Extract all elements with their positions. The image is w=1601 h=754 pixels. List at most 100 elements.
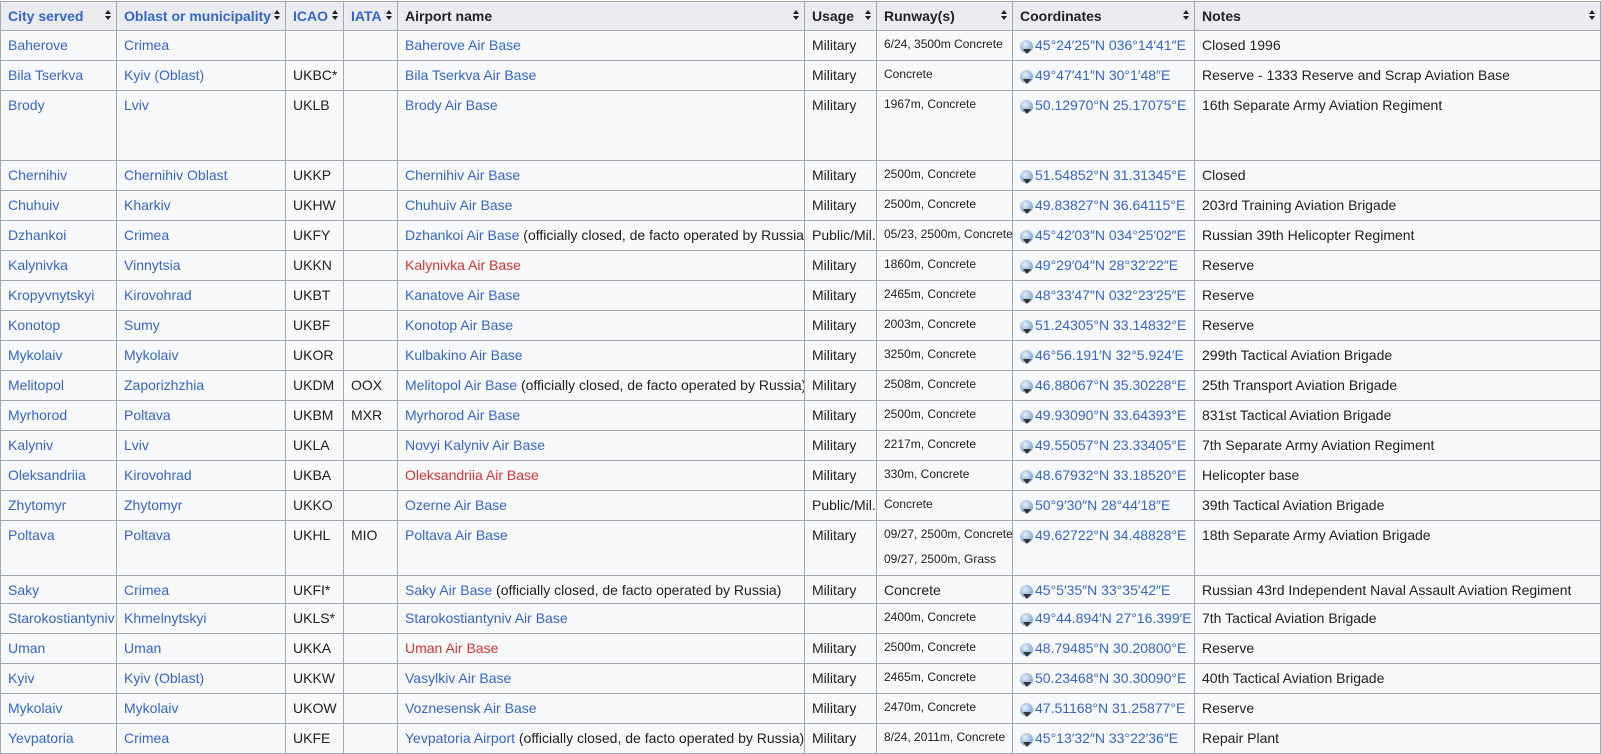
- city-link[interactable]: Melitopol: [8, 377, 64, 393]
- coordinates-link[interactable]: 49.62722°N 34.48828°E: [1035, 527, 1186, 543]
- globe-icon[interactable]: [1020, 440, 1033, 454]
- city-link[interactable]: Brody: [8, 97, 45, 113]
- airport-link[interactable]: Oleksandriia Air Base: [405, 467, 539, 483]
- column-header-label[interactable]: IATA: [351, 8, 382, 24]
- airport-link[interactable]: Starokostiantyniv Air Base: [405, 610, 568, 626]
- city-link[interactable]: Kalyniv: [8, 437, 53, 453]
- sort-icon[interactable]: [1001, 10, 1007, 22]
- coordinates-link[interactable]: 50.12970°N 25.17075°E: [1035, 97, 1186, 113]
- airport-link[interactable]: Poltava Air Base: [405, 527, 508, 543]
- oblast-link[interactable]: Kirovohrad: [124, 467, 192, 483]
- coordinates-link[interactable]: 49°47′41″N 30°1′48″E: [1035, 67, 1170, 83]
- globe-icon[interactable]: [1020, 470, 1033, 484]
- oblast-link[interactable]: Mykolaiv: [124, 347, 178, 363]
- column-header-label[interactable]: Oblast or municipality: [124, 8, 271, 24]
- coordinates-link[interactable]: 51.24305°N 33.14832°E: [1035, 317, 1186, 333]
- oblast-link[interactable]: Kharkiv: [124, 197, 171, 213]
- airport-link[interactable]: Kulbakino Air Base: [405, 347, 523, 363]
- coordinates-link[interactable]: 49.93090°N 33.64393°E: [1035, 407, 1186, 423]
- oblast-link[interactable]: Crimea: [124, 730, 169, 746]
- sort-icon[interactable]: [1183, 10, 1189, 22]
- coordinates-link[interactable]: 45°42′03″N 034°25′02″E: [1035, 227, 1186, 243]
- sort-icon[interactable]: [386, 10, 392, 22]
- oblast-link[interactable]: Kirovohrad: [124, 287, 192, 303]
- oblast-link[interactable]: Sumy: [124, 317, 160, 333]
- column-header-airport-name[interactable]: Airport name: [397, 1, 805, 31]
- oblast-link[interactable]: Kyiv (Oblast): [124, 67, 204, 83]
- globe-icon[interactable]: [1020, 613, 1033, 627]
- globe-icon[interactable]: [1020, 200, 1033, 214]
- globe-icon[interactable]: [1020, 100, 1033, 114]
- airport-link[interactable]: Kalynivka Air Base: [405, 257, 521, 273]
- city-link[interactable]: Yevpatoria: [8, 730, 74, 746]
- city-link[interactable]: Bila Tserkva: [8, 67, 83, 83]
- sort-icon[interactable]: [1589, 10, 1595, 22]
- airport-link[interactable]: Konotop Air Base: [405, 317, 513, 333]
- coordinates-link[interactable]: 51.54852°N 31.31345°E: [1035, 167, 1186, 183]
- coordinates-link[interactable]: 48.67932°N 33.18520°E: [1035, 467, 1186, 483]
- column-header-notes[interactable]: Notes: [1194, 1, 1601, 31]
- city-link[interactable]: Poltava: [8, 527, 55, 543]
- globe-icon[interactable]: [1020, 320, 1033, 334]
- column-header-iata[interactable]: IATA: [343, 1, 398, 31]
- globe-icon[interactable]: [1020, 410, 1033, 424]
- city-link[interactable]: Konotop: [8, 317, 60, 333]
- column-header-city-served[interactable]: City served: [0, 1, 117, 31]
- city-link[interactable]: Dzhankoi: [8, 227, 66, 243]
- globe-icon[interactable]: [1020, 70, 1033, 84]
- city-link[interactable]: Saky: [8, 582, 39, 598]
- city-link[interactable]: Kropyvnytskyi: [8, 287, 94, 303]
- coordinates-link[interactable]: 45°24′25″N 036°14′41″E: [1035, 37, 1186, 53]
- airport-link[interactable]: Yevpatoria Airport: [405, 730, 515, 746]
- oblast-link[interactable]: Uman: [124, 640, 161, 656]
- airport-link[interactable]: Kanatove Air Base: [405, 287, 520, 303]
- sort-icon[interactable]: [865, 10, 871, 22]
- sort-icon[interactable]: [274, 10, 280, 22]
- airport-link[interactable]: Myrhorod Air Base: [405, 407, 520, 423]
- column-header-icao[interactable]: ICAO: [285, 1, 344, 31]
- coordinates-link[interactable]: 50°9′30″N 28°44′18″E: [1035, 497, 1170, 513]
- globe-icon[interactable]: [1020, 380, 1033, 394]
- oblast-link[interactable]: Khmelnytskyi: [124, 610, 206, 626]
- airport-link[interactable]: Brody Air Base: [405, 97, 498, 113]
- globe-icon[interactable]: [1020, 260, 1033, 274]
- globe-icon[interactable]: [1020, 290, 1033, 304]
- oblast-link[interactable]: Poltava: [124, 407, 171, 423]
- city-link[interactable]: Chuhuiv: [8, 197, 59, 213]
- coordinates-link[interactable]: 48.79485°N 30.20800°E: [1035, 640, 1186, 656]
- sort-icon[interactable]: [793, 10, 799, 22]
- coordinates-link[interactable]: 49°29′04″N 28°32′22″E: [1035, 257, 1178, 273]
- city-link[interactable]: Mykolaiv: [8, 347, 62, 363]
- coordinates-link[interactable]: 50.23468°N 30.30090°E: [1035, 670, 1186, 686]
- airport-link[interactable]: Uman Air Base: [405, 640, 498, 656]
- oblast-link[interactable]: Lviv: [124, 437, 149, 453]
- airport-link[interactable]: Bila Tserkva Air Base: [405, 67, 536, 83]
- oblast-link[interactable]: Lviv: [124, 97, 149, 113]
- coordinates-link[interactable]: 49°44.894′N 27°16.399′E: [1035, 610, 1192, 626]
- city-link[interactable]: Starokostiantyniv: [8, 610, 115, 626]
- oblast-link[interactable]: Chernihiv Oblast: [124, 167, 228, 183]
- globe-icon[interactable]: [1020, 500, 1033, 514]
- column-header-oblast[interactable]: Oblast or municipality: [116, 1, 286, 31]
- sort-icon[interactable]: [332, 10, 338, 22]
- globe-icon[interactable]: [1020, 673, 1033, 687]
- airport-link[interactable]: Baherove Air Base: [405, 37, 521, 53]
- globe-icon[interactable]: [1020, 40, 1033, 54]
- oblast-link[interactable]: Vinnytsia: [124, 257, 181, 273]
- coordinates-link[interactable]: 45°5′35″N 33°35′42″E: [1035, 582, 1170, 598]
- city-link[interactable]: Oleksandriia: [8, 467, 86, 483]
- oblast-link[interactable]: Zhytomyr: [124, 497, 182, 513]
- city-link[interactable]: Mykolaiv: [8, 700, 62, 716]
- column-header-label[interactable]: City served: [8, 8, 83, 24]
- globe-icon[interactable]: [1020, 230, 1033, 244]
- coordinates-link[interactable]: 46.88067°N 35.30228°E: [1035, 377, 1186, 393]
- coordinates-link[interactable]: 49.55057°N 23.33405°E: [1035, 437, 1186, 453]
- oblast-link[interactable]: Crimea: [124, 582, 169, 598]
- airport-link[interactable]: Vasylkiv Air Base: [405, 670, 511, 686]
- airport-link[interactable]: Chernihiv Air Base: [405, 167, 520, 183]
- city-link[interactable]: Uman: [8, 640, 45, 656]
- airport-link[interactable]: Dzhankoi Air Base: [405, 227, 519, 243]
- airport-link[interactable]: Ozerne Air Base: [405, 497, 507, 513]
- city-link[interactable]: Myrhorod: [8, 407, 67, 423]
- coordinates-link[interactable]: 48°33′47″N 032°23′25″E: [1035, 287, 1186, 303]
